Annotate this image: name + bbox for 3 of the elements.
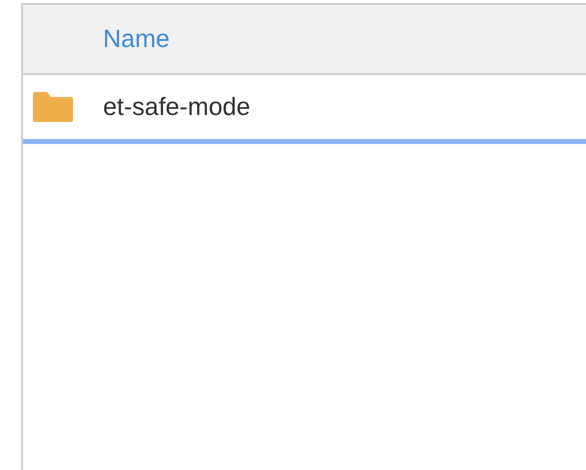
file-row[interactable]: et-safe-mode bbox=[23, 75, 586, 144]
file-name: et-safe-mode bbox=[103, 92, 250, 122]
folder-icon bbox=[33, 92, 73, 122]
